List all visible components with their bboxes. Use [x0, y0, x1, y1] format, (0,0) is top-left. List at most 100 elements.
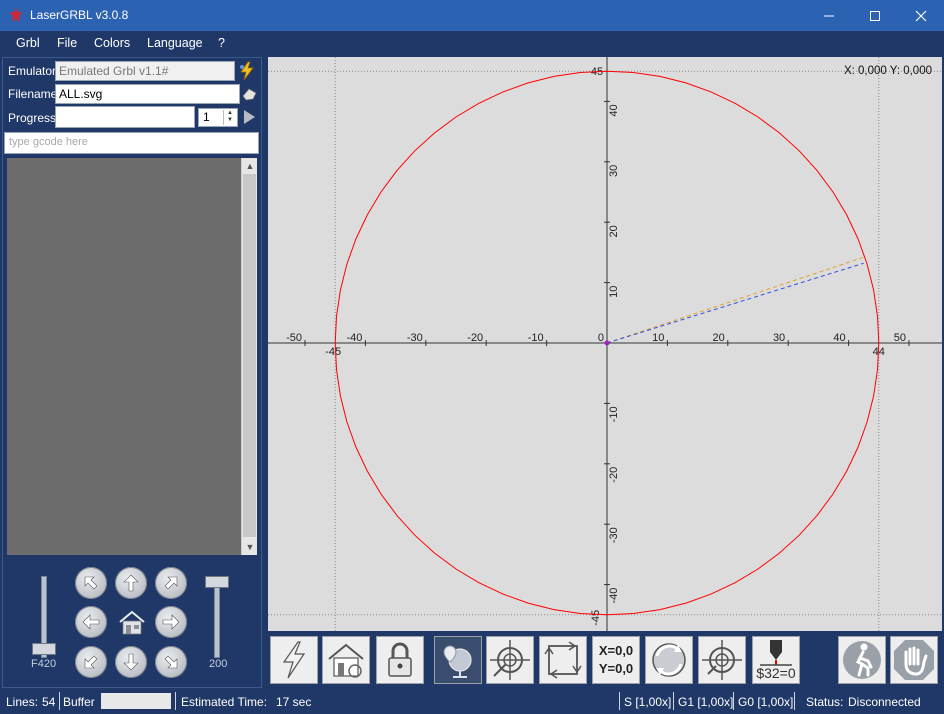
power-slider-thumb[interactable]: [205, 576, 229, 588]
progress-label: Progress: [8, 111, 57, 125]
menu-bar: Grbl File Colors Language ?: [0, 31, 944, 55]
travel-move-line: [606, 262, 864, 344]
x-tick-label: 20: [713, 332, 725, 344]
emulator-label: Emulator: [8, 64, 57, 78]
scroll-up-icon[interactable]: ▲: [242, 159, 258, 173]
jog-up-left-button[interactable]: [75, 567, 107, 599]
separator: [619, 692, 620, 710]
jog-right-button[interactable]: [155, 606, 187, 638]
preview-canvas[interactable]: -50 -40 -30 -20 -10 0 10 20 30 40 50 40 30 20 10 -10 -20…: [268, 57, 942, 631]
zero-xy-button[interactable]: X=0,0 Y=0,0: [592, 636, 640, 684]
connect-button[interactable]: [237, 61, 257, 81]
jog-left-button[interactable]: [75, 606, 107, 638]
homing-button[interactable]: [322, 636, 370, 684]
reset-cycle-icon: [652, 643, 686, 677]
homing-icon: [328, 643, 364, 678]
grbl-settings-button[interactable]: $32=0: [752, 636, 800, 684]
crosshair-center-icon: [490, 640, 530, 680]
arrow-up-right-icon: [164, 576, 178, 590]
lightning-icon: [240, 61, 254, 81]
play-icon: [244, 110, 255, 124]
scroll-down-icon[interactable]: ▼: [242, 540, 258, 554]
menu-file[interactable]: File: [57, 36, 77, 50]
go-to-target-button[interactable]: [698, 636, 746, 684]
left-panel: Emulator Emulated Grbl v1.1# Filename AL…: [2, 57, 262, 688]
open-file-button[interactable]: [241, 84, 259, 104]
frame-icon: [544, 641, 582, 679]
scroll-thumb[interactable]: [243, 174, 256, 537]
y-tick-label: -30: [608, 527, 620, 543]
grbl-settings-icon: [760, 640, 792, 666]
separator: [794, 692, 795, 710]
jog-down-left-button[interactable]: [75, 646, 107, 678]
maximize-button[interactable]: [852, 0, 898, 31]
globe-pin-icon: [443, 645, 472, 678]
x-tick-label: 30: [773, 332, 785, 344]
minimize-button[interactable]: [806, 0, 852, 31]
jog-up-right-button[interactable]: [155, 567, 187, 599]
connect-toolbar-button[interactable]: [270, 636, 318, 684]
arrow-down-icon: [123, 653, 139, 671]
y-tick-label: -40: [608, 588, 620, 604]
log-scrollbar[interactable]: ▲ ▼: [241, 158, 257, 555]
x-tick-label: -50: [286, 332, 302, 344]
gcode-input[interactable]: type gcode here: [4, 132, 259, 154]
y-tick-label: 40: [608, 104, 620, 116]
frame-button[interactable]: [539, 636, 587, 684]
power-slider-track[interactable]: [214, 576, 220, 658]
menu-colors[interactable]: Colors: [94, 36, 130, 50]
stop-button[interactable]: [890, 636, 938, 684]
g1-override[interactable]: G1 [1,00x]: [678, 695, 733, 709]
lines-value: 54: [42, 695, 56, 709]
jog-up-button[interactable]: [115, 567, 147, 599]
x-tick-label: 0: [598, 332, 604, 344]
x-tick-label: -10: [528, 332, 544, 344]
buffer-label: Buffer: [63, 695, 95, 709]
home-icon: [119, 610, 145, 635]
close-button[interactable]: [898, 0, 944, 31]
walk-run-icon: [843, 641, 881, 679]
bottom-toolbar: X=0,0 Y=0,0 $32=0: [268, 633, 942, 687]
reset-button[interactable]: [645, 636, 693, 684]
stepper-arrows-icon[interactable]: ▲ ▼: [223, 110, 236, 125]
s-override[interactable]: S [1,00x]: [624, 695, 671, 709]
zero-x-text: X=0,0: [598, 643, 634, 658]
y-tick-label: 20: [608, 225, 620, 237]
center-target-button[interactable]: [486, 636, 534, 684]
status-value: Disconnected: [848, 695, 921, 709]
passes-value: 1: [203, 110, 210, 124]
filename-field[interactable]: ALL.svg: [55, 84, 240, 104]
jog-down-right-button[interactable]: [155, 646, 187, 678]
run-button[interactable]: [241, 108, 257, 126]
separator: [733, 692, 734, 710]
y-tick-label: -10: [608, 406, 620, 422]
origin-marker: [604, 340, 610, 346]
cursor-coordinates: X: 0,000 Y: 0,000: [843, 65, 932, 77]
feed-slider-thumb[interactable]: [32, 643, 56, 655]
x-tick-label: 10: [652, 332, 664, 344]
x-tick-label: -30: [407, 332, 423, 344]
filename-label: Filename: [8, 87, 58, 101]
separator: [59, 692, 60, 710]
emulator-field: Emulated Grbl v1.1#: [55, 61, 235, 81]
menu-grbl[interactable]: Grbl: [16, 36, 40, 50]
feed-rate-label: F420: [31, 658, 57, 670]
maximize-icon: [870, 10, 880, 21]
g0-override[interactable]: G0 [1,00x]: [738, 695, 793, 709]
passes-stepper[interactable]: 1 ▲ ▼: [198, 108, 238, 127]
status-label: Status:: [806, 695, 844, 709]
x-tick-label: -40: [346, 332, 362, 344]
unlock-button[interactable]: [376, 636, 424, 684]
menu-language[interactable]: Language: [147, 36, 203, 50]
arrow-up-left-icon: [84, 576, 98, 590]
window-title: LaserGRBL v3.0.8: [30, 8, 129, 22]
map-locate-button[interactable]: [434, 636, 482, 684]
power-label: 200: [209, 658, 228, 670]
menu-help[interactable]: ?: [218, 36, 225, 50]
status-bar: Lines: 54 Buffer Estimated Time: 17 sec …: [0, 689, 944, 714]
walk-button[interactable]: [838, 636, 886, 684]
jog-down-button[interactable]: [115, 646, 147, 678]
jog-home-button[interactable]: [117, 609, 147, 637]
bound-label-left: -45: [325, 346, 341, 358]
settings-text: $32=0: [756, 665, 796, 681]
